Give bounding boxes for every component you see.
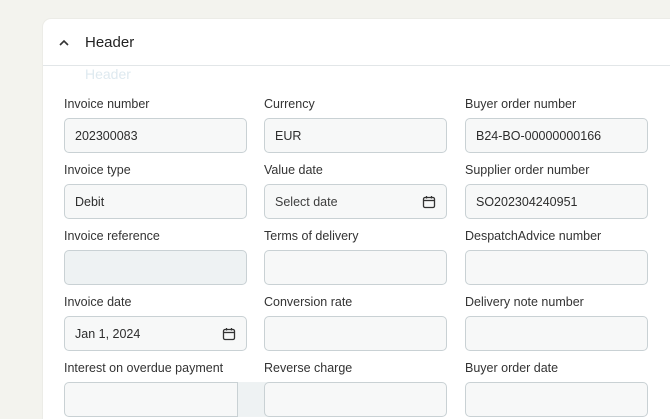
invoice-type-input[interactable]: Debit	[64, 184, 247, 219]
field-interest-on-overdue-payment: Interest on overdue payment	[64, 361, 269, 417]
invoice-type-value: Debit	[75, 194, 105, 209]
chevron-up-icon[interactable]	[57, 35, 71, 49]
value-date-placeholder: Select date	[275, 194, 338, 209]
currency-label: Currency	[264, 97, 315, 111]
despatch-advice-number-label: DespatchAdvice number	[465, 229, 602, 243]
field-buyer-order-number: Buyer order number B24-BO-00000000166	[465, 97, 648, 153]
invoice-reference-label: Invoice reference	[64, 229, 160, 243]
calendar-icon[interactable]	[222, 327, 236, 341]
field-value-date: Value date Select date	[264, 163, 447, 219]
buyer-order-date-input[interactable]	[465, 382, 648, 417]
terms-of-delivery-input[interactable]	[264, 250, 447, 285]
field-invoice-type: Invoice type Debit	[64, 163, 247, 219]
ghost-text: Header	[85, 66, 131, 82]
reverse-charge-input[interactable]	[264, 382, 447, 417]
currency-input[interactable]: EUR	[264, 118, 447, 153]
despatch-advice-number-input[interactable]	[465, 250, 648, 285]
supplier-order-number-input[interactable]: SO202304240951	[465, 184, 648, 219]
interest-on-overdue-payment-input[interactable]	[64, 382, 247, 417]
value-date-input[interactable]: Select date	[264, 184, 447, 219]
field-reverse-charge: Reverse charge	[264, 361, 447, 417]
buyer-order-date-label: Buyer order date	[465, 361, 559, 375]
field-supplier-order-number: Supplier order number SO202304240951	[465, 163, 648, 219]
interest-on-overdue-payment-label: Interest on overdue payment	[64, 361, 224, 375]
value-date-label: Value date	[264, 163, 323, 177]
field-buyer-order-date: Buyer order date	[465, 361, 648, 417]
section-header[interactable]: Header	[43, 19, 670, 66]
invoice-type-label: Invoice type	[64, 163, 131, 177]
invoice-reference-input[interactable]	[64, 250, 247, 285]
invoice-number-label: Invoice number	[64, 97, 150, 111]
currency-value: EUR	[275, 128, 302, 143]
buyer-order-number-input[interactable]: B24-BO-00000000166	[465, 118, 648, 153]
conversion-rate-input[interactable]	[264, 316, 447, 351]
invoice-date-value: Jan 1, 2024	[75, 326, 141, 341]
invoice-date-label: Invoice date	[64, 295, 132, 309]
field-invoice-reference: Invoice reference	[64, 229, 247, 285]
section-title: Header	[85, 33, 135, 51]
buyer-order-number-label: Buyer order number	[465, 97, 577, 111]
header-section-panel: Header Header	[43, 19, 670, 419]
field-conversion-rate: Conversion rate	[264, 295, 447, 351]
field-currency: Currency EUR	[264, 97, 447, 153]
calendar-icon[interactable]	[422, 195, 436, 209]
buyer-order-number-value: B24-BO-00000000166	[476, 128, 602, 143]
invoice-number-value: 202300083	[75, 128, 138, 143]
supplier-order-number-label: Supplier order number	[465, 163, 590, 177]
field-invoice-date: Invoice date Jan 1, 2024	[64, 295, 247, 351]
reverse-charge-label: Reverse charge	[264, 361, 353, 375]
delivery-note-number-input[interactable]	[465, 316, 648, 351]
invoice-date-input[interactable]: Jan 1, 2024	[64, 316, 247, 351]
conversion-rate-label: Conversion rate	[264, 295, 353, 309]
field-terms-of-delivery: Terms of delivery	[264, 229, 447, 285]
field-delivery-note-number: Delivery note number	[465, 295, 648, 351]
supplier-order-number-value: SO202304240951	[476, 194, 578, 209]
delivery-note-number-label: Delivery note number	[465, 295, 584, 309]
field-despatch-advice-number: DespatchAdvice number	[465, 229, 648, 285]
terms-of-delivery-label: Terms of delivery	[264, 229, 359, 243]
field-invoice-number: Invoice number 202300083	[64, 97, 247, 153]
invoice-number-input[interactable]: 202300083	[64, 118, 247, 153]
